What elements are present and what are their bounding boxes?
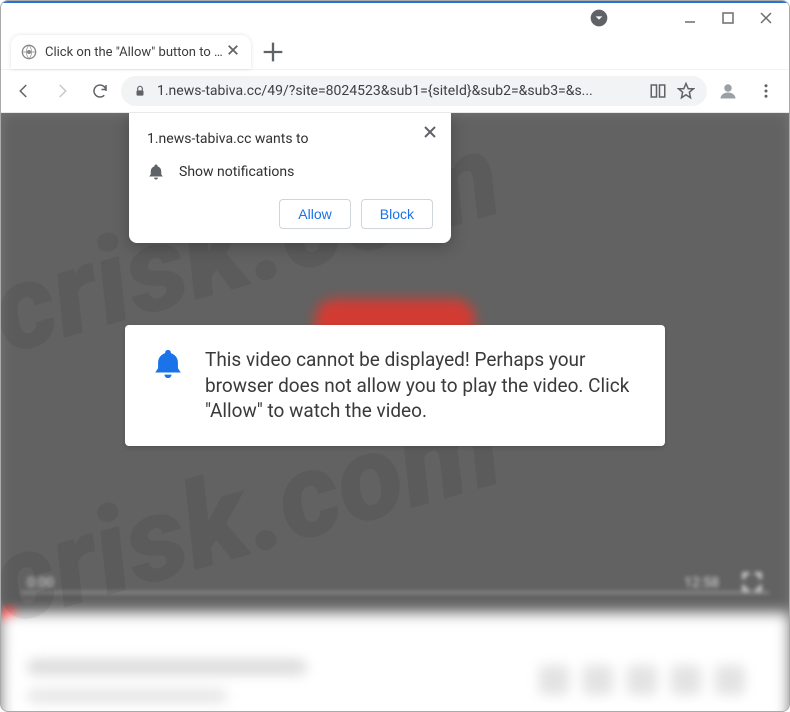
back-button[interactable] — [7, 74, 41, 108]
menu-kebab-icon[interactable] — [749, 74, 783, 108]
tab-active[interactable]: Click on the "Allow" button to pl… — [11, 35, 251, 69]
notification-bell-icon — [147, 163, 165, 181]
blur-placeholder — [671, 665, 701, 695]
blur-placeholder — [27, 659, 307, 675]
reader-mode-icon[interactable] — [649, 82, 667, 100]
message-card: This video cannot be displayed! Perhaps … — [125, 325, 665, 446]
close-window-button[interactable] — [747, 4, 785, 32]
address-bar[interactable]: 1.news-tabiva.cc/49/?site=8024523&sub1={… — [121, 76, 707, 106]
blur-placeholder — [715, 665, 745, 695]
permission-item: Show notifications — [179, 164, 294, 180]
lock-icon — [133, 84, 147, 98]
blur-placeholder — [627, 665, 657, 695]
profile-avatar-icon[interactable] — [711, 74, 745, 108]
url-text: 1.news-tabiva.cc/49/?site=8024523&sub1={… — [157, 83, 639, 99]
fullscreen-icon — [741, 571, 763, 597]
title-bar — [1, 1, 789, 33]
minimize-button[interactable] — [671, 4, 709, 32]
blur-placeholder — [583, 665, 613, 695]
tab-strip: Click on the "Allow" button to pl… — [1, 33, 789, 69]
notification-permission-prompt: 1.news-tabiva.cc wants to Show notificat… — [129, 113, 451, 243]
video-progress-bar — [21, 591, 769, 594]
blur-placeholder — [27, 689, 227, 703]
browser-window: Click on the "Allow" button to pl… 1.new… — [0, 0, 790, 712]
maximize-button[interactable] — [709, 4, 747, 32]
message-text: This video cannot be displayed! Perhaps … — [205, 347, 639, 424]
tab-dropdown-icon[interactable] — [589, 8, 609, 28]
video-time-current: 0:00 — [27, 575, 54, 591]
reload-button[interactable] — [83, 74, 117, 108]
close-icon[interactable] — [419, 121, 441, 143]
page-viewport: 0:00 12:58 pcrisk.com pcrisk.com This vi… — [1, 113, 789, 711]
blur-placeholder — [539, 665, 569, 695]
block-button[interactable]: Block — [361, 199, 433, 229]
tab-close-icon[interactable] — [225, 42, 241, 62]
bookmark-star-icon[interactable] — [677, 82, 695, 100]
video-time-total: 12:58 — [684, 575, 719, 591]
tab-title: Click on the "Allow" button to pl… — [45, 45, 225, 60]
permission-origin: 1.news-tabiva.cc wants to — [147, 131, 433, 147]
allow-button[interactable]: Allow — [279, 199, 350, 229]
toolbar: 1.news-tabiva.cc/49/?site=8024523&sub1={… — [1, 69, 789, 113]
new-tab-button[interactable] — [259, 38, 287, 66]
favicon-icon — [21, 44, 37, 60]
bell-icon — [151, 347, 185, 381]
forward-button[interactable] — [45, 74, 79, 108]
